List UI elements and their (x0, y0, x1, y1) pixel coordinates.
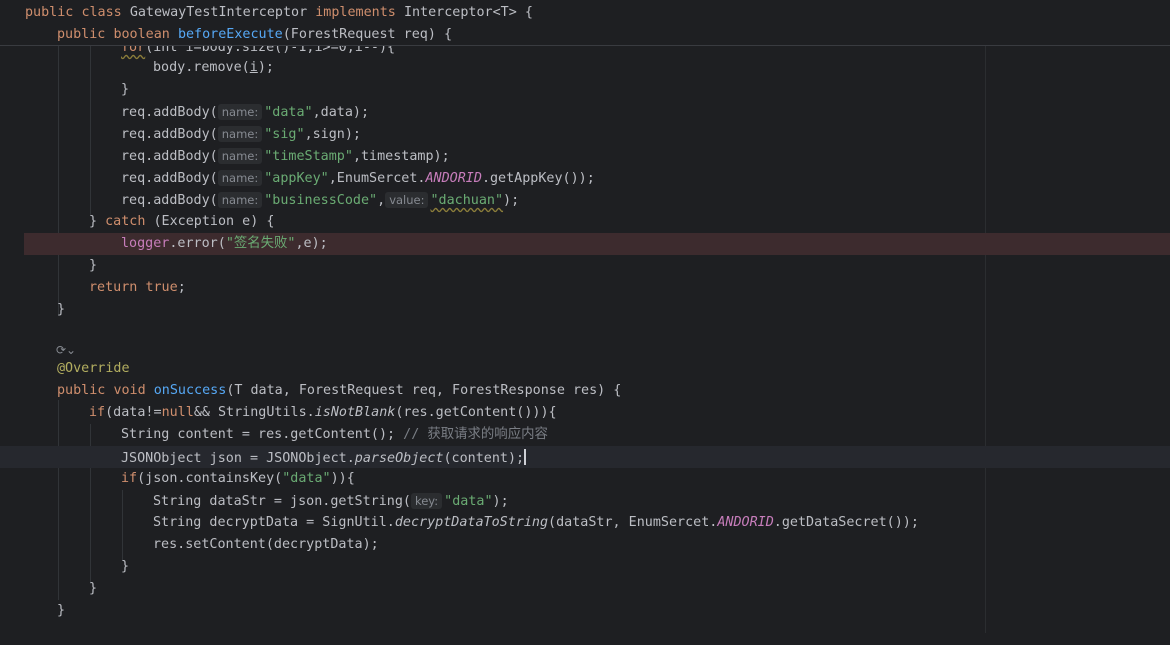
code-text: } (89, 258, 98, 273)
code-line[interactable]: res.setContent(decryptData); (0, 534, 1170, 556)
param-hint: name: (217, 170, 263, 186)
code-text: if(data!=null&& StringUtils.isNotBlank(r… (89, 405, 557, 420)
code-line[interactable]: } (0, 600, 1170, 622)
code-line[interactable]: String content = res.getContent(); // 获取… (0, 424, 1170, 446)
sticky-divider (0, 45, 1170, 46)
param-hint: key: (410, 493, 443, 509)
code-editor[interactable]: public class GatewayTestInterceptor impl… (0, 0, 1170, 633)
code-text: String dataStr = json.getString(key: "dat… (153, 493, 509, 509)
code-line[interactable]: req.addBody(name: "timeStamp",timestamp); (0, 145, 1170, 167)
code-line[interactable]: } (0, 556, 1170, 578)
code-line[interactable]: public void onSuccess(T data, ForestRequ… (0, 380, 1170, 402)
code-text: req.addBody(name: "data",data); (121, 104, 370, 120)
param-hint: name: (217, 126, 263, 142)
sticky-line-method[interactable]: public boolean beforeExecute(ForestReque… (0, 24, 1170, 46)
code-text: req.addBody(name: "sig",sign); (121, 126, 361, 142)
code-line[interactable]: } (0, 79, 1170, 101)
param-hint: name: (217, 148, 263, 164)
code-text: body.remove(i); (153, 60, 274, 75)
code-line[interactable]: return true; (0, 277, 1170, 299)
code-text: String content = res.getContent(); // 获取… (121, 427, 548, 442)
code-text: public boolean beforeExecute(ForestReque… (57, 27, 453, 42)
ai-suggestion-icon[interactable]: ⟳⌄ (56, 343, 76, 357)
code-text: req.addBody(name: "timeStamp",timestamp); (121, 148, 450, 164)
code-line[interactable]: } (0, 299, 1170, 321)
code-text: req.addBody(name: "businessCode", value: "d… (121, 192, 520, 208)
sticky-line-class[interactable]: public class GatewayTestInterceptor impl… (0, 2, 1170, 24)
code-line[interactable]: String decryptData = SignUtil.decryptDat… (0, 512, 1170, 534)
code-text: } (89, 581, 98, 596)
code-line[interactable]: req.addBody(name: "appKey",EnumSercet.AND… (0, 167, 1170, 189)
code-line[interactable]: } (0, 578, 1170, 600)
code-line[interactable]: } catch (Exception e) { (0, 211, 1170, 233)
code-line[interactable]: req.addBody(name: "data",data); (0, 101, 1170, 123)
code-text: logger.error("签名失败",e); (121, 236, 328, 251)
code-line[interactable]: @Override (0, 358, 1170, 380)
param-hint: value: (385, 192, 429, 208)
code-text: } (57, 603, 66, 618)
code-text: req.addBody(name: "appKey",EnumSercet.AND… (121, 170, 595, 186)
code-text: public class GatewayTestInterceptor impl… (25, 5, 533, 20)
breakpoint-line[interactable]: logger.error("签名失败",e); (24, 233, 1170, 255)
current-line[interactable]: JSONObject json = JSONObject.parseObject… (0, 446, 1170, 468)
code-text: if(json.containsKey("data")){ (121, 471, 355, 486)
code-text: } (121, 559, 130, 574)
code-text: String decryptData = SignUtil.decryptDat… (153, 515, 919, 530)
code-text: JSONObject json = JSONObject.parseObject… (121, 449, 527, 466)
code-line[interactable]: req.addBody(name: "businessCode", value: "d… (0, 189, 1170, 211)
code-text: } (57, 302, 66, 317)
code-text: return true; (89, 280, 186, 295)
code-line[interactable]: } (0, 255, 1170, 277)
param-hint: name: (217, 104, 263, 120)
code-text: @Override (57, 361, 130, 376)
code-text: public void onSuccess(T data, ForestRequ… (57, 383, 622, 398)
code-text: } catch (Exception e) { (89, 214, 275, 229)
code-line[interactable]: if(data!=null&& StringUtils.isNotBlank(r… (0, 402, 1170, 424)
param-hint: name: (217, 192, 263, 208)
code-line[interactable]: req.addBody(name: "sig",sign); (0, 123, 1170, 145)
code-line[interactable]: String dataStr = json.getString(key: "dat… (0, 490, 1170, 512)
code-line[interactable]: body.remove(i); (0, 57, 1170, 79)
code-text: } (121, 82, 130, 97)
code-text: res.setContent(decryptData); (153, 537, 379, 552)
code-line[interactable]: if(json.containsKey("data")){ (0, 468, 1170, 490)
text-cursor (524, 449, 527, 465)
